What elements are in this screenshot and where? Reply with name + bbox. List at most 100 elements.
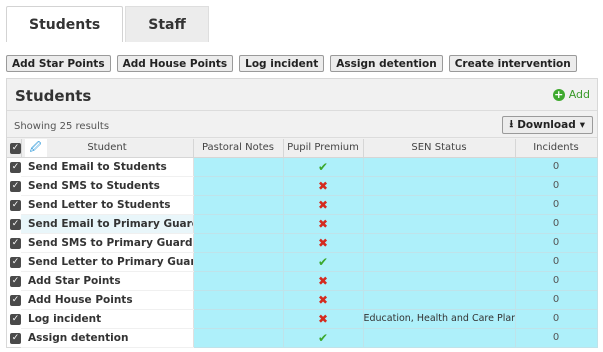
- menu-item[interactable]: Assign detention: [21, 328, 194, 348]
- tab-bar: Students Staff: [6, 6, 209, 42]
- table-body: ✓ Send Email to Students ✔ 0 ✓ Send SMS to St…: [7, 157, 598, 348]
- row-checkbox[interactable]: ✓: [10, 256, 21, 268]
- table-row[interactable]: ✓ Add House Points ✖ 0: [7, 290, 598, 310]
- add-house-points-button[interactable]: Add House Points: [116, 55, 234, 72]
- menu-item[interactable]: Add Star Points: [21, 271, 194, 291]
- row-checkbox[interactable]: ✓: [10, 237, 21, 249]
- add-student-link[interactable]: + Add: [552, 87, 590, 101]
- pupil-premium-cell: ✖: [283, 309, 364, 329]
- sen-status-cell: [363, 157, 516, 177]
- col-incidents[interactable]: Incidents: [515, 139, 598, 158]
- sen-status-cell: [363, 233, 516, 253]
- row-checkbox[interactable]: ✓: [10, 218, 21, 230]
- row-checkbox[interactable]: ✓: [10, 313, 21, 325]
- table-row[interactable]: ✓ Send SMS to Students ✖ 0: [7, 176, 598, 196]
- download-icon: ⭳: [509, 118, 514, 130]
- tick-icon: ✔: [317, 159, 329, 174]
- table-row[interactable]: ✓ Assign detention ✔ 0: [7, 328, 598, 348]
- incidents-cell: 0: [515, 176, 598, 196]
- pupil-premium-cell: ✖: [283, 195, 364, 215]
- row-checkbox[interactable]: ✓: [10, 161, 21, 173]
- menu-item[interactable]: Send SMS to Students: [21, 176, 194, 196]
- download-label: Download: [517, 119, 576, 131]
- sen-status-cell: [363, 195, 516, 215]
- incidents-cell: 0: [515, 252, 598, 272]
- pupil-premium-cell: ✖: [283, 176, 364, 196]
- table-header-row: ✓ 🖉 Student Pastoral Notes Pupil Premium…: [7, 139, 598, 158]
- panel-title: Students: [15, 87, 92, 105]
- pupil-premium-cell: ✔: [283, 328, 364, 348]
- download-button[interactable]: ⭳ Download ▾: [501, 116, 593, 134]
- row-checkbox[interactable]: ✓: [10, 332, 21, 344]
- row-checkbox-cell: ✓: [7, 214, 21, 233]
- table-row[interactable]: ✓ Log incident ✖ Education, Health and Care…: [7, 309, 598, 329]
- incidents-cell: 0: [515, 290, 598, 310]
- action-toolbar: Add Star Points Add House Points Log inc…: [6, 55, 577, 72]
- pastoral-notes-cell: [193, 233, 284, 253]
- col-sen-status[interactable]: SEN Status: [363, 139, 516, 158]
- row-checkbox-cell: ✓: [7, 252, 21, 271]
- row-checkbox-cell: ✓: [7, 309, 21, 328]
- menu-item[interactable]: Send SMS to Primary Guardians: [21, 233, 194, 253]
- pastoral-notes-cell: [193, 309, 284, 329]
- cross-icon: ✖: [317, 178, 329, 193]
- tab-staff[interactable]: Staff: [125, 6, 209, 42]
- sen-status-cell: [363, 271, 516, 291]
- caret-down-icon: ▾: [579, 119, 585, 131]
- cross-icon: ✖: [317, 216, 329, 231]
- row-checkbox[interactable]: ✓: [10, 294, 21, 306]
- table-row[interactable]: ✓ Send Email to Students ✔ 0: [7, 157, 598, 177]
- magic-wand-icon[interactable]: 🖉: [24, 139, 47, 157]
- assign-detention-button[interactable]: Assign detention: [330, 55, 443, 72]
- menu-item[interactable]: Add House Points: [21, 290, 194, 310]
- row-checkbox-cell: ✓: [7, 195, 21, 214]
- menu-item[interactable]: Send Email to Primary Guardians: [21, 214, 194, 234]
- students-panel: Students + Add Showing 25 results ⭳ Down…: [6, 78, 598, 348]
- row-checkbox[interactable]: ✓: [10, 199, 21, 211]
- row-checkbox-cell: ✓: [7, 271, 21, 290]
- create-intervention-button[interactable]: Create intervention: [448, 55, 577, 72]
- cross-icon: ✖: [317, 311, 329, 326]
- row-checkbox[interactable]: ✓: [10, 275, 21, 287]
- students-table: ✓ 🖉 Student Pastoral Notes Pupil Premium…: [7, 139, 598, 348]
- plus-circle-icon: +: [552, 87, 565, 101]
- log-incident-button[interactable]: Log incident: [239, 55, 325, 72]
- col-student[interactable]: 🖉 Student: [21, 139, 194, 158]
- row-checkbox[interactable]: ✓: [10, 180, 21, 192]
- row-checkbox-cell: ✓: [7, 233, 21, 252]
- pastoral-notes-cell: [193, 271, 284, 291]
- cross-icon: ✖: [317, 197, 329, 212]
- row-checkbox-cell: ✓: [7, 157, 21, 176]
- menu-item[interactable]: Log incident: [21, 309, 194, 329]
- sen-status-cell: [363, 252, 516, 272]
- table-row[interactable]: ✓Send Letter to Primary Guardians ✔ 0: [7, 252, 598, 272]
- cross-icon: ✖: [317, 292, 329, 307]
- select-all-cell: ✓: [7, 139, 22, 158]
- tab-students[interactable]: Students: [6, 6, 124, 42]
- col-pupil-premium[interactable]: Pupil Premium: [283, 139, 364, 158]
- menu-item[interactable]: Send Email to Students: [21, 157, 194, 177]
- results-count: Showing 25 results: [14, 121, 110, 132]
- pastoral-notes-cell: [193, 176, 284, 196]
- row-checkbox-cell: ✓: [7, 176, 21, 195]
- table-row[interactable]: ✓Send Email to Primary Guardians ✖ 0: [7, 214, 598, 234]
- panel-header: Students + Add: [7, 79, 597, 111]
- tick-icon: ✔: [317, 330, 329, 345]
- select-all-checkbox[interactable]: ✓: [10, 142, 21, 154]
- pupil-premium-cell: ✔: [283, 157, 364, 177]
- pastoral-notes-cell: [193, 290, 284, 310]
- sen-status-cell: [363, 176, 516, 196]
- table-row[interactable]: ✓ Send Letter to Students ✖ 0: [7, 195, 598, 215]
- add-star-points-button[interactable]: Add Star Points: [6, 55, 111, 72]
- table-row[interactable]: ✓ Add Star Points ✖ 0: [7, 271, 598, 291]
- incidents-cell: 0: [515, 271, 598, 291]
- menu-item[interactable]: Send Letter to Students: [21, 195, 194, 215]
- pastoral-notes-cell: [193, 214, 284, 234]
- row-checkbox-cell: ✓: [7, 328, 21, 347]
- pastoral-notes-cell: [193, 252, 284, 272]
- col-pastoral-notes[interactable]: Pastoral Notes: [193, 139, 284, 158]
- table-row[interactable]: ✓Send SMS to Primary Guardians ✖ 0: [7, 233, 598, 253]
- menu-item[interactable]: Send Letter to Primary Guardians: [21, 252, 194, 272]
- add-label: Add: [568, 88, 590, 101]
- incidents-cell: 0: [515, 309, 598, 329]
